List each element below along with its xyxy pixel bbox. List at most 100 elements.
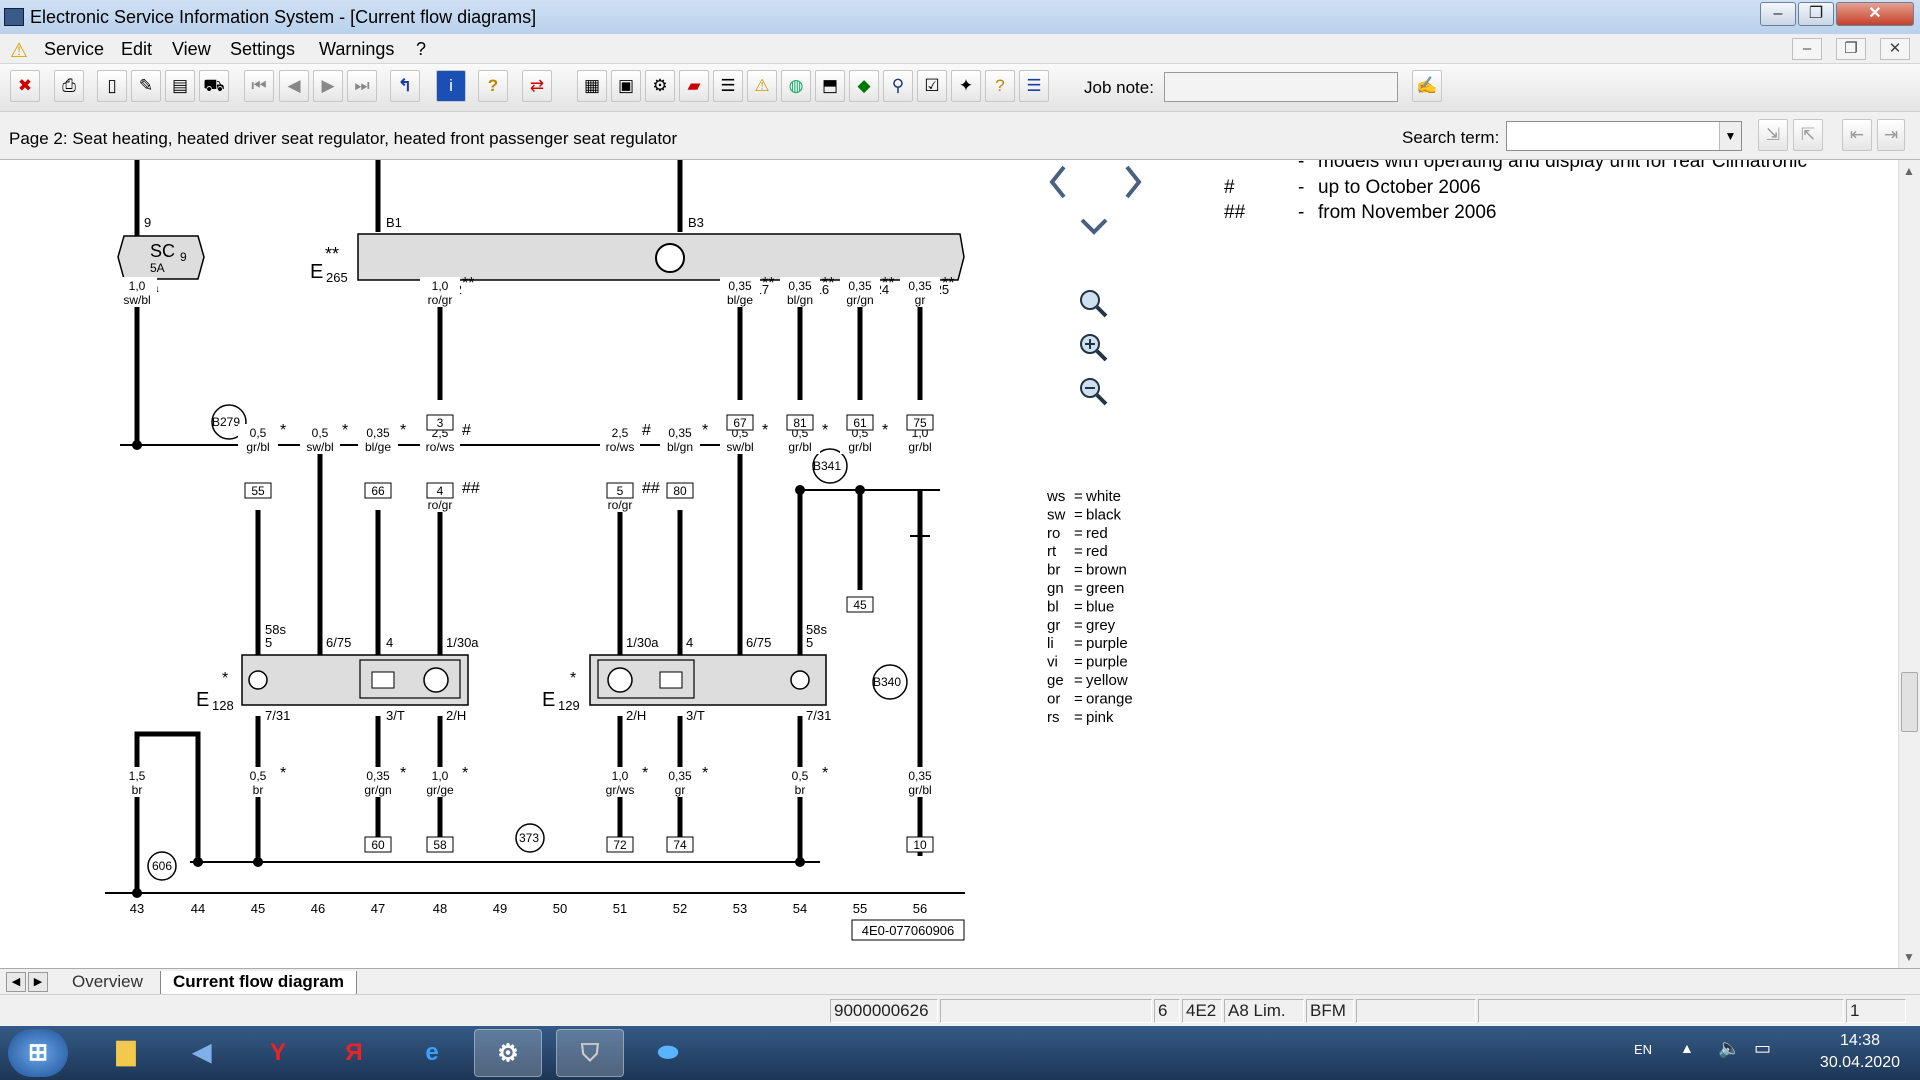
print-icon[interactable]: ⎙ <box>54 70 84 102</box>
yandex-icon[interactable]: Я <box>320 1029 388 1077</box>
start-button[interactable]: ⊞ <box>8 1029 68 1077</box>
menu-edit[interactable]: Edit <box>121 39 152 60</box>
menu-view[interactable]: View <box>172 39 211 60</box>
wire-size: 1,0 <box>432 279 449 293</box>
mdi-close-button[interactable]: ✕ <box>1880 38 1910 60</box>
collapse-left-icon[interactable]: ⇤ <box>1842 119 1872 151</box>
chevron-down-icon[interactable]: ▼ <box>1719 122 1741 150</box>
wire-size: 0,35 <box>668 426 692 440</box>
reference-box: 60 <box>364 836 392 853</box>
reference-box: 81 <box>786 414 814 431</box>
internet-explorer-icon[interactable]: e <box>398 1029 466 1077</box>
hierarchy-icon[interactable]: ⚙ <box>645 70 675 102</box>
back-icon[interactable]: ↰ <box>390 70 420 102</box>
book-icon[interactable]: ▰ <box>679 70 709 102</box>
vertical-scrollbar[interactable]: ▲ ▼ <box>1898 160 1920 968</box>
warning-toolbar-icon[interactable]: ⚠ <box>747 70 777 102</box>
wire-mark: ## <box>642 480 660 497</box>
next-page-icon[interactable]: ▶ <box>313 70 343 102</box>
maximize-button[interactable]: ❐ <box>1798 2 1834 26</box>
menu-service[interactable]: Service <box>44 39 104 60</box>
help-icon[interactable]: ? <box>478 70 508 102</box>
scroll-down-icon[interactable] <box>1080 218 1108 235</box>
previous-page-icon[interactable]: ◀ <box>279 70 309 102</box>
help-doc-icon[interactable]: ? <box>985 70 1015 102</box>
checklist-icon[interactable]: ☑ <box>917 70 947 102</box>
box-icon[interactable]: ⬒ <box>815 70 845 102</box>
new-document-icon[interactable]: ▯ <box>97 70 127 102</box>
reference-number: 66 <box>371 484 385 498</box>
zoom-icon[interactable] <box>1080 290 1108 318</box>
wire-color: ro/ws <box>426 440 455 454</box>
taskbar: ⊞ ▇ ◀ Y Я e ⚙ ⛉ ⬬ EN ▲ 🔈 ▭ 14:38 30.04.2… <box>0 1026 1920 1080</box>
wire-size: 0,35 <box>908 769 932 783</box>
scroll-down-arrow-icon[interactable]: ▼ <box>1903 950 1915 964</box>
tag-icon[interactable]: ◆ <box>849 70 879 102</box>
reference-number: 60 <box>371 838 385 852</box>
tray-arrow-icon[interactable]: ▲ <box>1680 1040 1694 1056</box>
menu-lines-icon[interactable]: ☰ <box>1019 70 1049 102</box>
close-button[interactable]: ✕ <box>1836 2 1914 26</box>
job-note-edit-icon[interactable]: ✍ <box>1412 70 1442 102</box>
mdi-restore-button[interactable]: ❐ <box>1836 38 1866 60</box>
mdi-minimize-button[interactable]: – <box>1792 38 1822 60</box>
svg-text:*: * <box>570 670 576 687</box>
notes-icon[interactable]: ▤ <box>165 70 195 102</box>
search-backward-icon[interactable]: ⇱ <box>1793 119 1823 151</box>
menu-warnings[interactable]: Warnings <box>319 39 394 60</box>
elsa-app-icon[interactable]: ⚙ <box>474 1029 542 1077</box>
search-input[interactable]: ▼ <box>1506 121 1742 151</box>
exit-icon[interactable]: ✖ <box>10 70 40 102</box>
wire-mark: * <box>762 422 768 439</box>
tab-current-flow-diagram[interactable]: Current flow diagram <box>160 971 357 995</box>
collapse-right-icon[interactable]: ⇥ <box>1877 119 1905 151</box>
clock[interactable]: 14:38 30.04.2020 <box>1820 1030 1900 1074</box>
info-icon[interactable]: i <box>436 70 466 102</box>
job-note-input[interactable] <box>1164 72 1398 102</box>
diagnosis-icon[interactable]: ▦ <box>577 70 607 102</box>
minimize-button[interactable]: – <box>1760 2 1796 26</box>
footnote-dash: - <box>1298 177 1304 198</box>
vehicle-icon[interactable]: ⛟ <box>199 70 229 102</box>
tab-overview[interactable]: Overview <box>60 971 155 995</box>
search-forward-icon[interactable]: ⇲ <box>1758 119 1788 151</box>
game-launcher-icon[interactable]: ⬬ <box>634 1029 702 1077</box>
tab-scroll-left-icon[interactable]: ◀ <box>6 972 26 992</box>
network-icon[interactable]: ▭ <box>1754 1038 1771 1059</box>
first-page-icon[interactable]: ⏮ <box>244 70 274 102</box>
globe-icon[interactable]: ◍ <box>781 70 811 102</box>
menu-help[interactable]: ? <box>416 39 426 60</box>
world-of-tanks-icon[interactable]: ⛉ <box>556 1029 624 1077</box>
media-player-icon[interactable]: ◀ <box>168 1029 236 1077</box>
wire-size: 0,35 <box>366 426 390 440</box>
next-diagram-icon[interactable] <box>1125 165 1142 199</box>
search-doc-icon[interactable]: ⚲ <box>883 70 913 102</box>
previous-diagram-icon[interactable] <box>1049 165 1066 199</box>
last-page-icon[interactable]: ⏭ <box>347 70 377 102</box>
wire-size: 1,0 <box>432 769 449 783</box>
volume-icon[interactable]: 🔈 <box>1718 1038 1740 1059</box>
wire-size: 2,5 <box>612 426 629 440</box>
switch-icon[interactable]: ⇄ <box>522 70 552 102</box>
scroll-up-icon[interactable]: ▲ <box>1903 164 1915 178</box>
yandex-browser-icon[interactable]: Y <box>244 1029 312 1077</box>
language-indicator[interactable]: EN <box>1634 1042 1652 1057</box>
scrollbar-thumb[interactable] <box>1901 672 1918 732</box>
wire-size: 0,35 <box>908 279 932 293</box>
app-icon <box>4 8 24 26</box>
zoom-in-icon[interactable] <box>1080 334 1108 362</box>
diagram-nav[interactable] <box>1049 165 1142 406</box>
legend-code: ge <box>1047 672 1064 689</box>
zoom-out-icon[interactable] <box>1080 378 1108 406</box>
wire-label: 0,35bl/gn ** <box>780 275 834 307</box>
explorer-icon[interactable]: ▇ <box>92 1029 160 1077</box>
footnotes: - models with operating and display unit… <box>1224 160 1807 223</box>
components-icon[interactable]: ▣ <box>611 70 641 102</box>
diagram-panel[interactable]: SC 9 5A 9 9a E 265 ** B1 B3 B2 A17 A16 A… <box>0 160 1898 968</box>
tab-scroll-right-icon[interactable]: ▶ <box>28 972 48 992</box>
list-icon[interactable]: ☰ <box>713 70 743 102</box>
tools-icon[interactable]: ✦ <box>951 70 981 102</box>
menu-settings[interactable]: Settings <box>230 39 295 60</box>
edit-document-icon[interactable]: ✎ <box>131 70 161 102</box>
legend-eq: = <box>1074 562 1083 579</box>
